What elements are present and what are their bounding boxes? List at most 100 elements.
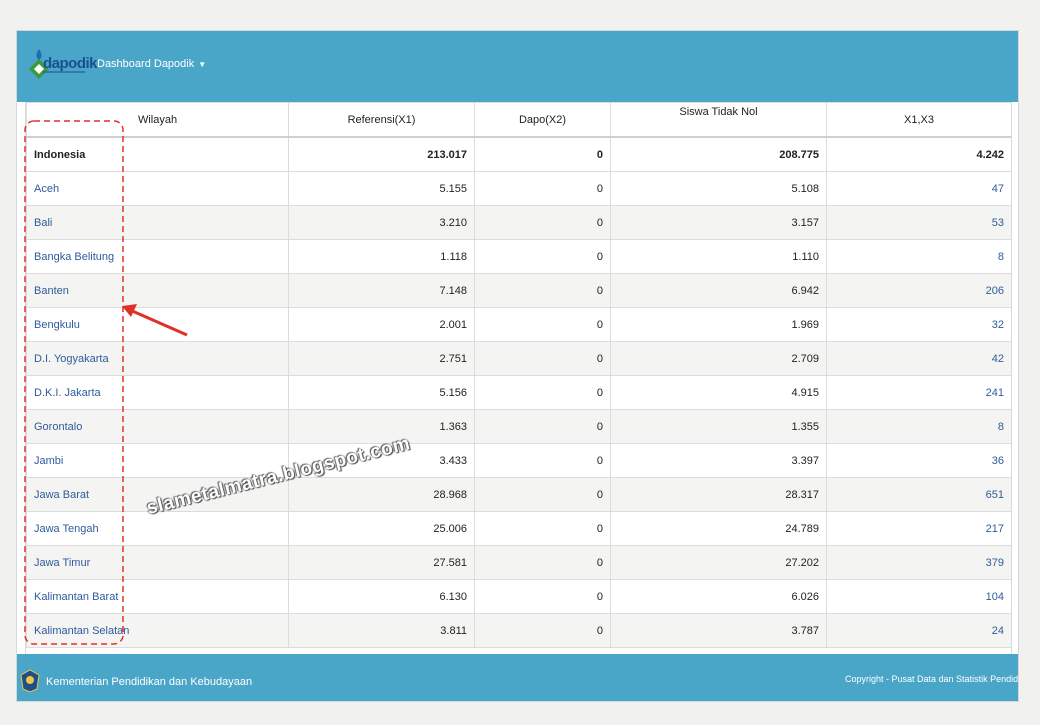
siswa-cell: 1.969	[610, 307, 827, 342]
referensi-cell: 1.118	[288, 239, 475, 274]
dapo-cell: 0	[474, 511, 611, 546]
table-row: D.K.I. Jakarta 5.156 0 4.915 241	[26, 375, 1011, 410]
region-link[interactable]: Bangka Belitung	[26, 239, 289, 274]
region-link[interactable]: Jawa Timur	[26, 545, 289, 580]
logo-text: dapodik	[43, 55, 98, 72]
referensi-cell: 3.433	[288, 443, 475, 478]
region-link[interactable]: Kalimantan Selatan	[26, 613, 289, 648]
region-link[interactable]: Gorontalo	[26, 409, 289, 444]
dapo-cell: 0	[474, 273, 611, 308]
referensi-cell: 5.156	[288, 375, 475, 410]
siswa-cell: 1.110	[610, 239, 827, 274]
x1-x3-link[interactable]: 651	[826, 477, 1011, 512]
dapo-cell: 0	[474, 341, 611, 376]
region-link[interactable]: Kalimantan Barat	[26, 579, 289, 614]
referensi-cell: 2.751	[288, 341, 475, 376]
caret-down-icon: ▼	[198, 60, 207, 69]
dapo-cell: 0	[474, 579, 611, 614]
referensi-cell: 27.581	[288, 545, 475, 580]
total-x1-x3: 4.242	[826, 136, 1011, 172]
region-link[interactable]: D.K.I. Jakarta	[26, 375, 289, 410]
x1-x3-link[interactable]: 8	[826, 239, 1011, 274]
dapodik-logo[interactable]: dapodik	[25, 47, 98, 87]
column-header-siswa-label: Siswa Tidak Nol	[679, 105, 758, 118]
dapo-cell: 0	[474, 409, 611, 444]
region-data-table: Wilayah Referensi(X1) Dapo(X2) Siswa Tid…	[26, 102, 1011, 648]
dapo-cell: 0	[474, 613, 611, 648]
siswa-cell: 3.397	[610, 443, 827, 478]
x1-x3-link[interactable]: 241	[826, 375, 1011, 410]
region-link[interactable]: Jawa Tengah	[26, 511, 289, 546]
siswa-cell: 3.787	[610, 613, 827, 648]
table-row: Kalimantan Barat 6.130 0 6.026 104	[26, 579, 1011, 614]
table-row: Jawa Barat 28.968 0 28.317 651	[26, 477, 1011, 512]
region-link[interactable]: Jawa Barat	[26, 477, 289, 512]
table-row: Jawa Tengah 25.006 0 24.789 217	[26, 511, 1011, 546]
table-row: Aceh 5.155 0 5.108 47	[26, 171, 1011, 206]
x1-x3-link[interactable]: 47	[826, 171, 1011, 206]
table-row: Bangka Belitung 1.118 0 1.110 8	[26, 239, 1011, 274]
dashboard-window: dapodik Dashboard Dapodik ▼ Wilayah Refer…	[16, 30, 1019, 702]
table-row: Kalimantan Selatan 3.811 0 3.787 24	[26, 613, 1011, 648]
referensi-cell: 3.210	[288, 205, 475, 240]
table-row: Jambi 3.433 0 3.397 36	[26, 443, 1011, 478]
data-table-container[interactable]: Wilayah Referensi(X1) Dapo(X2) Siswa Tid…	[25, 102, 1012, 654]
dapo-cell: 0	[474, 443, 611, 478]
dapo-cell: 0	[474, 545, 611, 580]
siswa-cell: 1.355	[610, 409, 827, 444]
dapo-cell: 0	[474, 171, 611, 206]
table-row-total: Indonesia 213.017 0 208.775 4.242	[26, 136, 1011, 172]
top-navbar: dapodik Dashboard Dapodik ▼	[17, 31, 1018, 102]
x1-x3-link[interactable]: 104	[826, 579, 1011, 614]
table-row: Gorontalo 1.363 0 1.355 8	[26, 409, 1011, 444]
region-link[interactable]: Bali	[26, 205, 289, 240]
table-row: Banten 7.148 0 6.942 206	[26, 273, 1011, 308]
region-link[interactable]: Banten	[26, 273, 289, 308]
siswa-cell: 5.108	[610, 171, 827, 206]
referensi-cell: 1.363	[288, 409, 475, 444]
x1-x3-link[interactable]: 24	[826, 613, 1011, 648]
x1-x3-link[interactable]: 32	[826, 307, 1011, 342]
dapo-cell: 0	[474, 239, 611, 274]
siswa-cell: 27.202	[610, 545, 827, 580]
x1-x3-link[interactable]: 217	[826, 511, 1011, 546]
x1-x3-link[interactable]: 379	[826, 545, 1011, 580]
region-link[interactable]: D.I. Yogyakarta	[26, 341, 289, 376]
x1-x3-link[interactable]: 36	[826, 443, 1011, 478]
table-row: D.I. Yogyakarta 2.751 0 2.709 42	[26, 341, 1011, 376]
table-row: Bali 3.210 0 3.157 53	[26, 205, 1011, 240]
table-row: Jawa Timur 27.581 0 27.202 379	[26, 545, 1011, 580]
table-row: Bengkulu 2.001 0 1.969 32	[26, 307, 1011, 342]
column-header-dapo[interactable]: Dapo(X2)	[474, 102, 611, 138]
referensi-cell: 3.811	[288, 613, 475, 648]
referensi-cell: 28.968	[288, 477, 475, 512]
referensi-cell: 2.001	[288, 307, 475, 342]
region-link[interactable]: Bengkulu	[26, 307, 289, 342]
dashboard-dropdown[interactable]: Dashboard Dapodik ▼	[97, 58, 206, 70]
region-link[interactable]: Aceh	[26, 171, 289, 206]
table-header-row: Wilayah Referensi(X1) Dapo(X2) Siswa Tid…	[26, 102, 1011, 138]
column-header-wilayah[interactable]: Wilayah	[26, 102, 289, 138]
column-header-x1-x3[interactable]: X1,X3	[826, 102, 1011, 138]
dapo-cell: 0	[474, 205, 611, 240]
siswa-cell: 24.789	[610, 511, 827, 546]
x1-x3-link[interactable]: 206	[826, 273, 1011, 308]
region-link[interactable]: Jambi	[26, 443, 289, 478]
siswa-cell: 6.942	[610, 273, 827, 308]
copyright-text: Copyright - Pusat Data dan Statistik Pen…	[845, 674, 1019, 684]
ministry-name: Kementerian Pendidikan dan Kebudayaan	[46, 676, 253, 688]
column-header-siswa-tidak-nol[interactable]: Siswa Tidak Nol	[610, 102, 827, 138]
footer-bar: Kementerian Pendidikan dan Kebudayaan Co…	[17, 654, 1018, 701]
total-dapo: 0	[474, 136, 611, 172]
dapo-cell: 0	[474, 477, 611, 512]
x1-x3-link[interactable]: 53	[826, 205, 1011, 240]
column-header-referensi[interactable]: Referensi(X1)	[288, 102, 475, 138]
x1-x3-link[interactable]: 8	[826, 409, 1011, 444]
ministry-emblem-icon	[20, 669, 40, 693]
referensi-cell: 6.130	[288, 579, 475, 614]
x1-x3-link[interactable]: 42	[826, 341, 1011, 376]
dapo-cell: 0	[474, 375, 611, 410]
dashboard-dropdown-label: Dashboard Dapodik	[97, 58, 195, 70]
total-wilayah: Indonesia	[26, 136, 289, 172]
total-siswa: 208.775	[610, 136, 827, 172]
